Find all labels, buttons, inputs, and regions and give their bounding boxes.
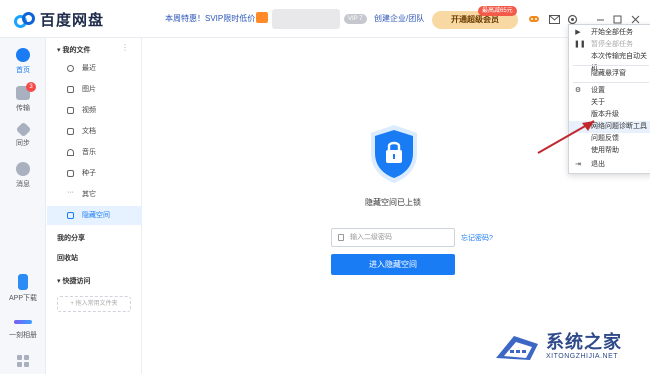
sidebar-recycle-bin[interactable]: 回收站 xyxy=(57,253,78,263)
transfer-icon: 3 xyxy=(16,82,36,100)
menu-item-pause-all[interactable]: ❚❚ 暂停全部任务 xyxy=(569,39,650,51)
nav-label: 一刻相册 xyxy=(9,332,37,339)
clock-icon xyxy=(67,65,74,72)
play-icon: ▶ xyxy=(575,29,581,36)
promo-link[interactable]: 本周特惠！SVIP限时低价 xyxy=(165,13,255,24)
watermark-subtitle: XITONGZHIJIA.NET xyxy=(546,353,619,360)
nav-item-home[interactable]: 首页 xyxy=(0,48,46,75)
nav-label: 消息 xyxy=(16,181,30,188)
menu-item-exit[interactable]: ⇥ 退出 xyxy=(569,159,650,171)
album-icon xyxy=(14,320,32,324)
lock-icon xyxy=(338,234,344,241)
vip-badge: VIP 7 xyxy=(344,14,367,24)
watermark-title: 系统之家 xyxy=(546,332,622,352)
pause-icon: ❚❚ xyxy=(574,41,586,48)
phone-icon xyxy=(18,274,28,290)
sidebar-item-hidden-space[interactable]: 隐藏空间 xyxy=(47,206,142,225)
sync-icon xyxy=(15,121,31,138)
transfer-count-badge: 3 xyxy=(26,82,36,92)
nav-item-sync[interactable]: 同步 xyxy=(0,121,46,148)
sidebar-item-other[interactable]: ··· 其它 xyxy=(47,185,142,204)
ellipsis-icon: ··· xyxy=(67,189,74,196)
nav-item-more[interactable] xyxy=(0,354,46,370)
sidebar-item-images[interactable]: 图片 xyxy=(47,80,142,99)
locked-status-text: 隐藏空间已上锁 xyxy=(365,198,421,207)
sidebar-my-share[interactable]: 我的分享 xyxy=(57,233,85,243)
watermark-house-logo xyxy=(496,336,538,360)
enterprise-link[interactable]: 创建企业/团队 xyxy=(374,13,424,24)
menu-item-hide-float[interactable]: 隐藏悬浮窗 xyxy=(569,68,650,80)
left-nav: 首页 3 传输 同步 消息 APP下载 一刻相册 xyxy=(0,38,46,374)
sidebar-item-torrents[interactable]: 种子 xyxy=(47,164,142,183)
nav-item-transfer[interactable]: 3 传输 xyxy=(0,82,46,113)
password-input[interactable]: 输入二级密码 xyxy=(331,228,455,247)
add-common-folder-drop[interactable]: + 拖入常用文件夹 xyxy=(57,296,131,312)
nav-item-app-download[interactable]: APP下载 xyxy=(0,274,46,303)
mail-icon[interactable] xyxy=(548,13,560,25)
cloud-icon xyxy=(16,48,30,62)
file-sidebar: ▾ 我的文件 ⋮ 最近 图片 视频 文档 音乐 种子 ··· 其它 隐藏空间 我的… xyxy=(47,38,142,374)
watermark: 系统之家 XITONGZHIJIA.NET xyxy=(494,326,644,370)
baidu-cloud-logo-icon xyxy=(14,10,36,30)
menu-item-start-all[interactable]: ▶ 开始全部任务 xyxy=(569,27,650,39)
nav-label: 首页 xyxy=(16,67,30,74)
forgot-password-link[interactable]: 忘记密码? xyxy=(461,233,493,243)
apps-grid-icon xyxy=(17,355,29,367)
user-avatar[interactable] xyxy=(272,9,340,29)
play-icon xyxy=(67,107,74,114)
exit-icon: ⇥ xyxy=(575,161,581,168)
sidebar-item-music[interactable]: 音乐 xyxy=(47,143,142,162)
quick-access-header[interactable]: ▾ 快捷访问 xyxy=(57,276,90,286)
document-icon xyxy=(67,128,74,135)
annotation-arrow xyxy=(537,120,595,154)
sidebar-item-recent[interactable]: 最近 xyxy=(47,59,142,78)
top-bar: 百度网盘 本周特惠！SVIP限时低价 VIP 7 创建企业/团队 开通超级会员 … xyxy=(0,0,650,38)
shield-lock-icon xyxy=(371,125,417,183)
message-icon xyxy=(16,162,30,176)
bt-icon xyxy=(67,170,74,177)
app-logo: 百度网盘 xyxy=(14,9,104,30)
menu-item-settings[interactable]: ⚙ 设置 xyxy=(569,85,650,97)
menu-separator xyxy=(573,82,649,83)
nav-item-message[interactable]: 消息 xyxy=(0,162,46,189)
image-icon xyxy=(67,86,74,93)
sidebar-item-videos[interactable]: 视频 xyxy=(47,101,142,120)
nav-item-album[interactable]: 一刻相册 xyxy=(0,314,46,340)
game-icon[interactable] xyxy=(528,13,540,25)
menu-item-auto-shutdown[interactable]: 本次传输完自动关机 xyxy=(569,51,650,72)
lock-icon xyxy=(67,212,74,219)
menu-separator xyxy=(573,65,649,66)
nav-label: 同步 xyxy=(16,140,30,147)
nav-label: 传输 xyxy=(16,105,30,112)
member-discount-tag: 最高减65元 xyxy=(478,6,517,16)
headphones-icon xyxy=(67,149,74,156)
enter-hidden-space-button[interactable]: 进入隐藏空间 xyxy=(331,254,455,275)
more-icon[interactable]: ⋮ xyxy=(121,43,129,52)
gift-icon[interactable] xyxy=(256,12,268,23)
menu-item-about[interactable]: 关于 xyxy=(569,97,650,109)
my-files-header[interactable]: ▾ 我的文件 xyxy=(57,45,90,55)
nav-label: APP下载 xyxy=(8,295,37,302)
sidebar-item-docs[interactable]: 文档 xyxy=(47,122,142,141)
gear-icon: ⚙ xyxy=(574,87,582,94)
password-placeholder: 输入二级密码 xyxy=(350,234,392,241)
app-title: 百度网盘 xyxy=(40,12,105,29)
